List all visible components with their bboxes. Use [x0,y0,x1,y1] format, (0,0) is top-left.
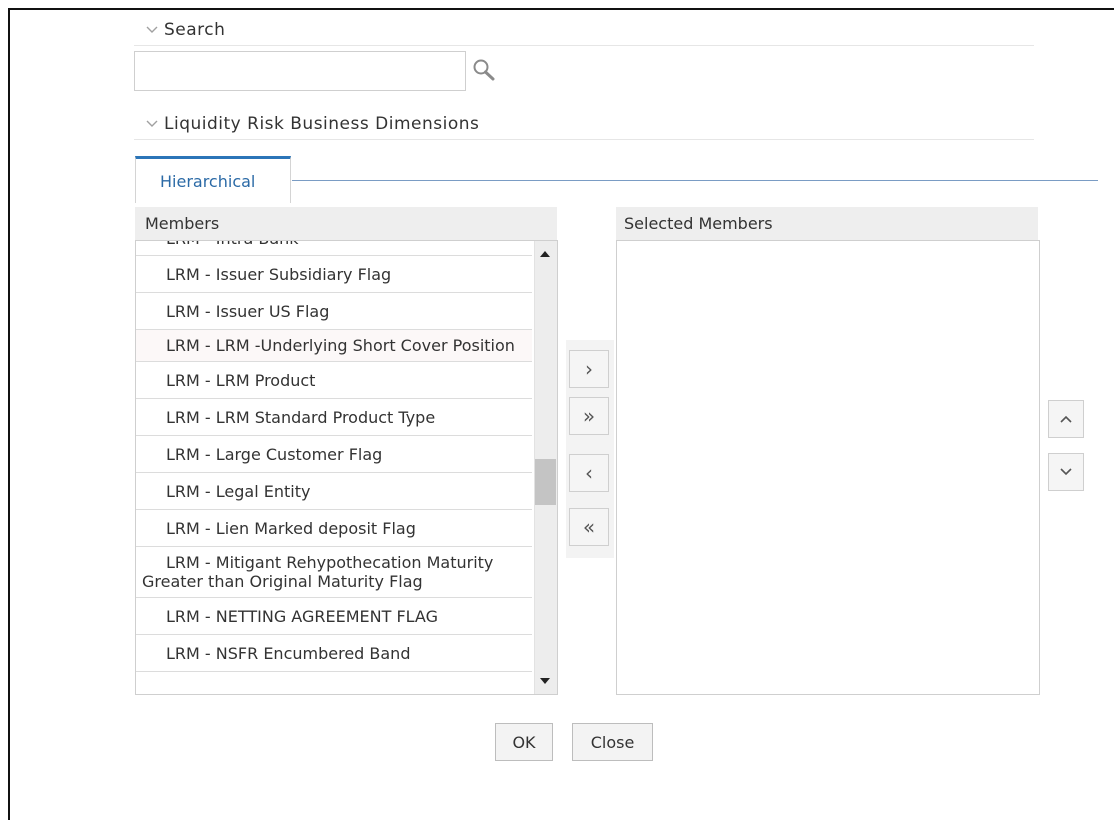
list-item[interactable]: LRM - Lien Marked deposit Flag [136,510,532,547]
list-item[interactable]: LRM - NSFR Encumbered Band [136,635,532,672]
chevron-down-icon [146,22,158,38]
chevron-left-icon: ‹ [585,461,593,485]
shuttle-controls: › » ‹ « [566,340,614,558]
selected-members-list[interactable] [616,240,1040,695]
tab-hierarchical[interactable]: Hierarchical [135,156,291,203]
remove-selected-button[interactable]: ‹ [569,454,609,492]
search-button[interactable] [470,57,500,85]
list-item[interactable]: LRM - Large Customer Flag [136,436,532,473]
search-section-header[interactable]: Search [134,15,1034,46]
dimensions-section-title: Liquidity Risk Business Dimensions [164,114,480,134]
chevron-right-icon: › [585,357,593,381]
scroll-up-arrow-icon[interactable] [540,251,550,257]
chevron-down-icon [1060,468,1072,476]
scroll-down-arrow-icon[interactable] [540,678,550,684]
list-item[interactable]: LRM - Issuer Subsidiary Flag [136,256,532,293]
list-item[interactable]: LRM - Legal Entity [136,473,532,510]
dimensions-section-header[interactable]: Liquidity Risk Business Dimensions [134,109,1034,140]
search-input[interactable] [134,51,466,91]
ok-button-label: OK [512,732,536,752]
chevron-up-icon [1060,415,1072,423]
list-item[interactable]: LRM - Issuer US Flag [136,293,532,330]
list-item[interactable]: LRM - LRM Product [136,362,532,399]
chevron-down-icon [146,116,158,132]
members-scrollbar[interactable] [534,241,557,694]
list-item[interactable]: LRM - LRM -Underlying Short Cover Positi… [136,330,532,362]
move-up-button[interactable] [1048,400,1084,438]
ok-button[interactable]: OK [495,723,553,761]
close-button-label: Close [590,732,635,752]
list-item[interactable]: LRM - Mitigant Rehypothecation Maturity … [136,547,532,598]
members-list[interactable]: LRM - Intra Bank LRM - Issuer Subsidiary… [135,240,558,695]
members-list-body: LRM - Intra Bank LRM - Issuer Subsidiary… [136,241,532,672]
double-chevron-left-icon: « [582,515,596,539]
members-header: Members [135,207,557,240]
double-chevron-right-icon: » [582,404,596,428]
search-section-title: Search [164,20,226,40]
move-selected-button[interactable]: › [569,350,609,388]
close-button[interactable]: Close [572,723,653,761]
move-down-button[interactable] [1048,453,1084,491]
list-item[interactable]: LRM - NETTING AGREEMENT FLAG [136,598,532,635]
selected-members-header: Selected Members [616,207,1038,240]
search-icon [473,59,495,81]
tab-label: Hierarchical [160,171,256,191]
scrollbar-thumb[interactable] [535,459,556,505]
list-item[interactable]: LRM - Intra Bank [136,241,532,256]
move-all-button[interactable]: » [569,397,609,435]
tab-strip-divider [292,180,1098,181]
remove-all-button[interactable]: « [569,508,609,546]
list-item[interactable]: LRM - LRM Standard Product Type [136,399,532,436]
